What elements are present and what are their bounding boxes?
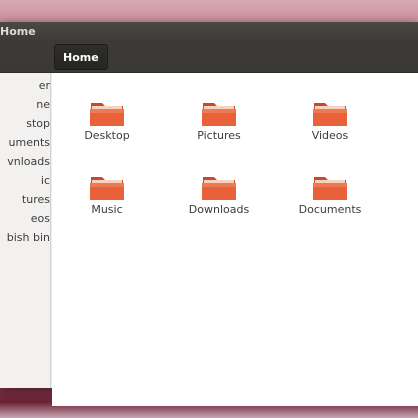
folder-downloads[interactable]: Downloads [171, 165, 267, 231]
folder-label: Pictures [197, 129, 241, 142]
sidebar-item-desktop[interactable]: stop [26, 115, 50, 133]
window-title: Home [0, 25, 36, 38]
folder-icon [313, 177, 347, 200]
sidebar-item-videos[interactable]: eos [31, 210, 50, 228]
sidebar-item-pictures[interactable]: tures [22, 191, 50, 209]
folder-pictures[interactable]: Pictures [171, 91, 267, 157]
folder-desktop[interactable]: Desktop [59, 91, 155, 157]
path-button-home[interactable]: Home [54, 44, 108, 70]
folder-icon [90, 177, 124, 200]
sidebar-item-rubbish-bin[interactable]: bish bin [7, 229, 50, 247]
sidebar-item-documents[interactable]: uments [9, 134, 50, 152]
folder-icon [90, 103, 124, 126]
file-view: Desktop Pictures Videos Music Downloads … [52, 73, 418, 406]
sidebar-item-music[interactable]: ic [41, 172, 50, 190]
sidebar-item-downloads[interactable]: vnloads [7, 153, 50, 171]
folder-documents[interactable]: Documents [282, 165, 378, 231]
file-manager-window: Home Home er ne stop uments vnloads ic t… [0, 22, 418, 406]
folder-label: Videos [311, 129, 349, 142]
folder-label: Music [91, 203, 123, 216]
folder-icon [202, 103, 236, 126]
toolbar: Home [0, 42, 418, 73]
folder-label: Desktop [84, 129, 130, 142]
sidebar: er ne stop uments vnloads ic tures eos b… [0, 73, 51, 388]
sidebar-item-home[interactable]: ne [36, 96, 50, 114]
folder-icon [313, 103, 347, 126]
folder-icon [202, 177, 236, 200]
folder-label: Documents [298, 203, 362, 216]
folder-music[interactable]: Music [59, 165, 155, 231]
folder-videos[interactable]: Videos [282, 91, 378, 157]
window-titlebar[interactable]: Home [0, 22, 418, 42]
folder-label: Downloads [188, 203, 250, 216]
sidebar-item-computer[interactable]: er [39, 77, 50, 95]
